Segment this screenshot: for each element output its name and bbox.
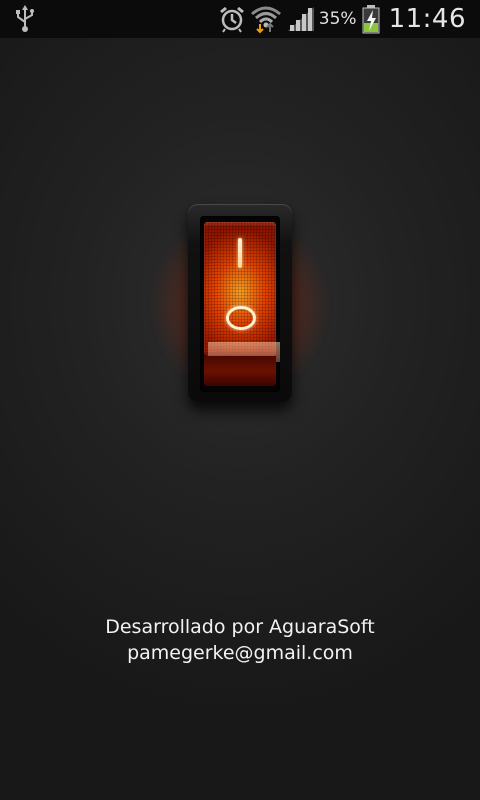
status-icons: 35% 11:46 [214, 0, 466, 38]
rocker-lower-half [204, 356, 276, 386]
power-off-mark-icon [226, 306, 256, 330]
power-on-mark-icon [238, 238, 242, 268]
alarm-icon [219, 6, 244, 33]
status-bar: 35% 11:46 [0, 0, 480, 38]
developer-credit: Desarrollado por AguaraSoft [105, 616, 375, 638]
battery-charging-icon [362, 5, 380, 34]
switch-bezel [200, 216, 280, 392]
clock: 11:46 [388, 4, 466, 34]
developer-email: pamegerke@gmail.com [127, 642, 353, 664]
wifi-icon [250, 6, 281, 34]
signal-icon [287, 7, 314, 31]
app-screen: 35% 11:46 Desarrollado por AguaraSoft pa… [0, 0, 480, 800]
battery-percent: 35% [318, 9, 357, 29]
usb-icon [16, 5, 34, 32]
flashlight-toggle-switch[interactable] [188, 204, 292, 402]
switch-rocker [204, 222, 280, 362]
credits: Desarrollado por AguaraSoft pamegerke@gm… [0, 614, 480, 666]
